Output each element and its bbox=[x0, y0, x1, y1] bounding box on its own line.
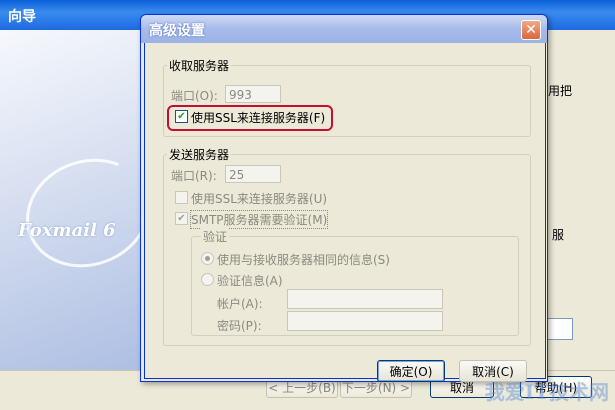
incoming-port-input[interactable]: 993 bbox=[225, 85, 281, 103]
custom-info-label: 验证信息(A) bbox=[217, 274, 283, 288]
ok-button[interactable]: 确定(O) bbox=[377, 360, 445, 382]
dialog-title-bar: 高级设置 ✕ bbox=[141, 15, 547, 43]
account-input[interactable] bbox=[287, 289, 443, 309]
incoming-ssl-checkbox[interactable]: ✔ bbox=[175, 110, 188, 123]
outgoing-port-input[interactable]: 25 bbox=[225, 165, 281, 183]
outgoing-ssl-label: 使用SSL来连接服务器(U) bbox=[191, 192, 328, 206]
incoming-group-label: 收取服务器 bbox=[167, 57, 232, 74]
smtp-auth-checkbox[interactable]: ✔ bbox=[175, 212, 188, 225]
same-info-radio[interactable] bbox=[201, 252, 214, 265]
password-label: 密码(P): bbox=[217, 319, 262, 333]
outgoing-ssl-checkbox[interactable] bbox=[175, 191, 188, 204]
outgoing-group-label: 发送服务器 bbox=[167, 146, 232, 163]
custom-info-radio[interactable] bbox=[201, 273, 214, 286]
wizard-side-panel: Foxmail 6 bbox=[0, 30, 166, 370]
foxmail-logo: Foxmail 6 bbox=[18, 220, 116, 241]
password-input[interactable] bbox=[287, 311, 443, 331]
wizard-title: 向导 bbox=[8, 9, 36, 25]
incoming-port-label: 端口(O): bbox=[171, 89, 218, 103]
watermark: 我爱IT技术网 bbox=[484, 380, 609, 404]
close-icon[interactable]: ✕ bbox=[521, 20, 541, 40]
advanced-settings-dialog: 高级设置 ✕ 收取服务器 端口(O): 993 ✔ 使用SSL来连接服务器(F)… bbox=[140, 14, 548, 382]
incoming-ssl-label: 使用SSL来连接服务器(F) bbox=[191, 111, 326, 125]
outgoing-port-label: 端口(R): bbox=[171, 169, 217, 183]
wizard-text-fragment-2: 服 bbox=[552, 228, 565, 242]
dialog-title: 高级设置 bbox=[149, 23, 205, 39]
account-label: 帐户(A): bbox=[217, 297, 263, 311]
auth-group-label: 验证 bbox=[201, 228, 230, 245]
same-info-label: 使用与接收服务器相同的信息(S) bbox=[217, 253, 390, 267]
wizard-text-fragment-1: 用把 bbox=[548, 84, 573, 98]
dialog-body: 收取服务器 端口(O): 993 ✔ 使用SSL来连接服务器(F) 发送服务器 … bbox=[144, 43, 546, 382]
smtp-auth-label: SMTP服务器需要验证(M) bbox=[189, 210, 329, 229]
